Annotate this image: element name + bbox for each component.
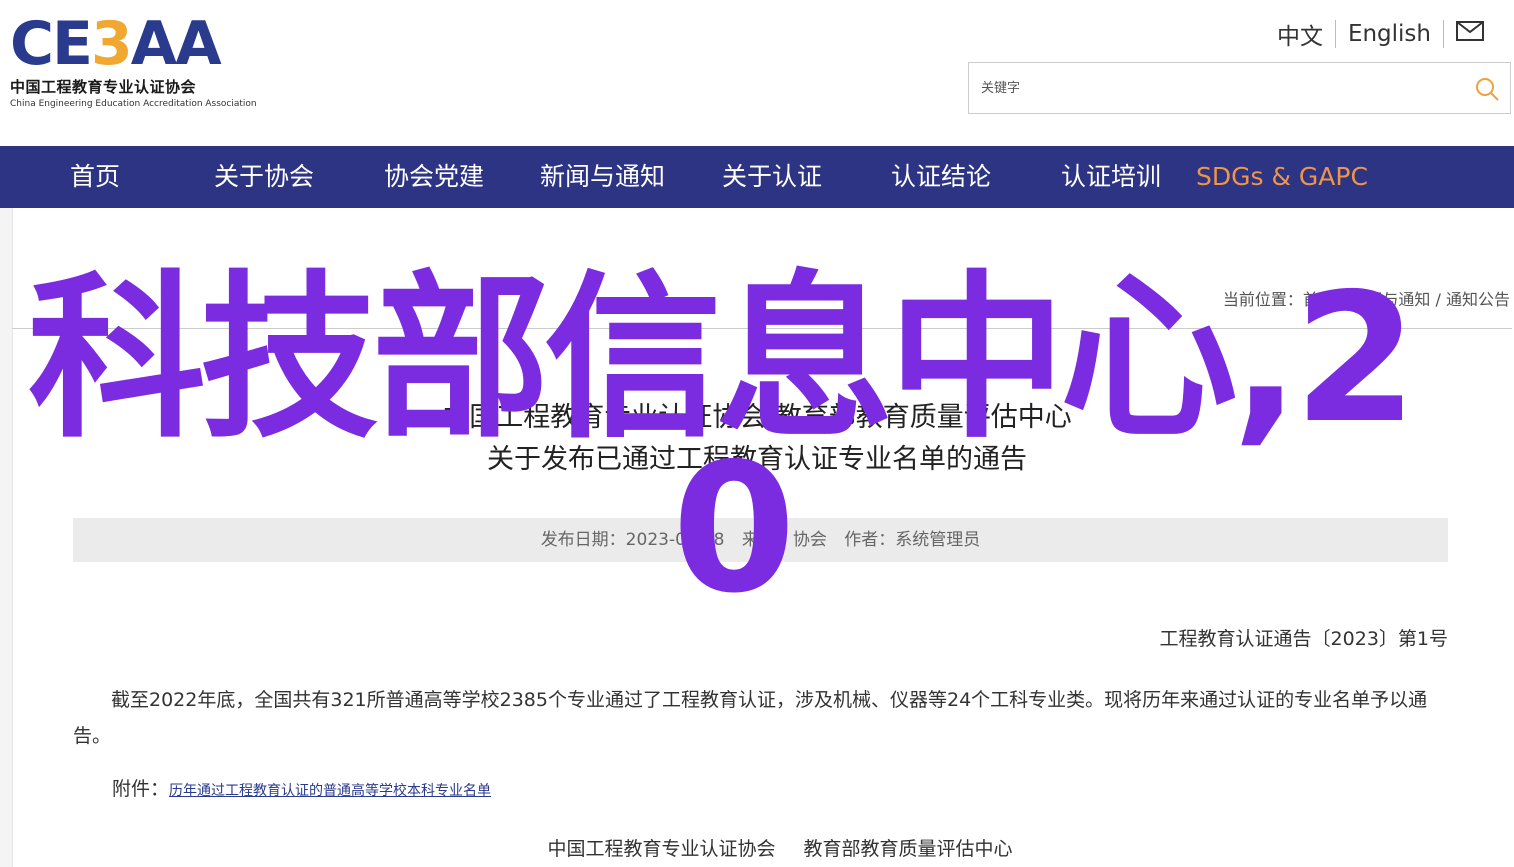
nav-item-party-building[interactable]: 协会党建: [384, 146, 484, 208]
search-box: [968, 62, 1511, 114]
lang-divider: [1443, 20, 1444, 48]
breadcrumb-notices[interactable]: 通知公告: [1446, 290, 1510, 309]
nav-item-conclusions[interactable]: 认证结论: [891, 146, 991, 208]
nav-item-sdgs-gapc[interactable]: SDGs & GAPC: [1196, 146, 1368, 208]
logo-name-cn: 中国工程教育专业认证协会: [10, 78, 197, 96]
main-nav: 首页 关于协会 协会党建 新闻与通知 关于认证 认证结论 认证培训 SDGs &…: [0, 146, 1514, 208]
logo-name-en: China Engineering Education Accreditatio…: [10, 99, 257, 109]
search-input[interactable]: [969, 63, 1449, 113]
nav-item-news[interactable]: 新闻与通知: [540, 146, 665, 208]
meta-author: 作者：系统管理员: [844, 530, 981, 550]
signer-association: 中国工程教育专业认证协会: [547, 838, 776, 860]
document-number: 工程教育认证通告〔2023〕第1号: [1159, 628, 1448, 650]
signer-evaluation-center: 教育部教育质量评估中心: [803, 838, 1013, 860]
mail-icon[interactable]: [1456, 21, 1484, 47]
nav-item-home[interactable]: 首页: [70, 146, 120, 208]
lang-en-link[interactable]: English: [1348, 21, 1431, 47]
article-body: 截至2022年底，全国共有321所普通高等学校2385个专业通过了工程教育认证，…: [73, 689, 1428, 747]
lang-zh-link[interactable]: 中文: [1277, 17, 1323, 51]
site-logo[interactable]: CE3AA 中国工程教育专业认证协会 China Engineering Edu…: [10, 14, 270, 114]
search-icon[interactable]: [1474, 76, 1500, 102]
watermark-overlay-text-2: 0: [672, 425, 796, 632]
logo-mark: CE3AA: [10, 9, 222, 79]
attachment-label: 附件：: [112, 778, 170, 800]
nav-item-about-accreditation[interactable]: 关于认证: [722, 146, 822, 208]
signature-line: 中国工程教育专业认证协会 教育部教育质量评估中心: [0, 834, 1514, 861]
nav-item-training[interactable]: 认证培训: [1061, 146, 1161, 208]
attachment-link[interactable]: 历年通过工程教育认证的普通高等学校本科专业名单: [169, 783, 491, 799]
watermark-overlay-text: 科技部信息中心,2: [28, 255, 1417, 462]
attachment-row: 附件：历年通过工程教育认证的普通高等学校本科专业名单: [112, 774, 491, 801]
language-bar: 中文 English: [1277, 18, 1484, 50]
site-header: CE3AA 中国工程教育专业认证协会 China Engineering Edu…: [0, 0, 1514, 146]
nav-item-about-association[interactable]: 关于协会: [214, 146, 314, 208]
lang-divider: [1334, 20, 1336, 48]
breadcrumb-separator: /: [1430, 290, 1446, 309]
